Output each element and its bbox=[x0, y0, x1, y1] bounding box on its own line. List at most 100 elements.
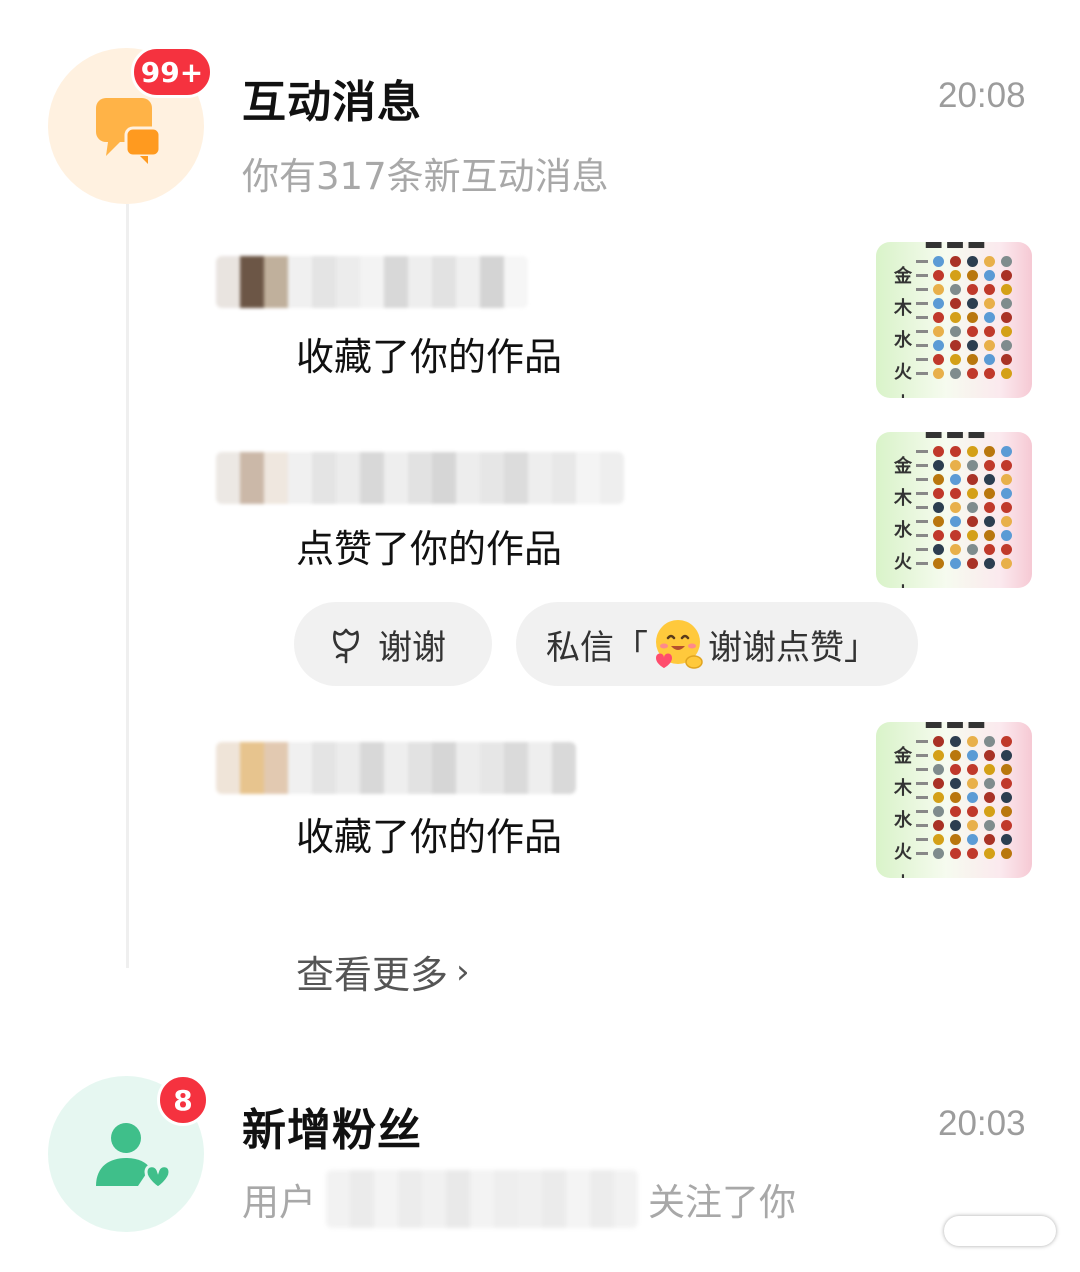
bead-dot bbox=[984, 516, 995, 527]
bead-dot bbox=[967, 834, 978, 845]
follow-text-prefix: 用户 bbox=[242, 1181, 316, 1224]
grid-label-mark bbox=[916, 316, 928, 319]
hug-emoji-icon bbox=[656, 620, 703, 669]
thanks-button[interactable]: 谢谢 bbox=[294, 602, 492, 686]
bead-dot bbox=[950, 792, 961, 803]
dm-thanks-button[interactable]: 私信「 谢谢点赞」 bbox=[516, 602, 918, 686]
grid-label-mark bbox=[916, 464, 928, 467]
bead-dot bbox=[967, 368, 978, 379]
bead-dot bbox=[984, 820, 995, 831]
chevron-right-icon: › bbox=[456, 951, 470, 992]
bead-dot bbox=[950, 750, 961, 761]
bead-dot bbox=[984, 354, 995, 365]
bead-dot bbox=[984, 806, 995, 817]
bead-dot bbox=[1001, 806, 1012, 817]
bead-dot bbox=[984, 834, 995, 845]
flower-icon bbox=[333, 628, 359, 664]
dm-text-label: 谢谢点赞」 bbox=[708, 627, 878, 668]
bead-dot bbox=[967, 764, 978, 775]
follow-title: 新增粉丝 bbox=[242, 1105, 422, 1156]
bead-dot bbox=[967, 502, 978, 513]
bead-dot bbox=[1001, 502, 1012, 513]
bead-dot bbox=[1001, 284, 1012, 295]
bead-dot bbox=[933, 764, 944, 775]
grid-label-mark bbox=[916, 740, 928, 743]
work-thumbnail[interactable]: ▀▀▀ 金木水火土 bbox=[876, 722, 1032, 878]
work-thumbnail[interactable]: ▀▀▀ 金木水火土 bbox=[876, 242, 1032, 398]
bead-dot bbox=[1001, 558, 1012, 569]
bead-dot bbox=[984, 488, 995, 499]
bead-dot bbox=[984, 326, 995, 337]
bead-dot bbox=[984, 312, 995, 323]
bead-dot bbox=[984, 368, 995, 379]
grid-label-mark bbox=[916, 260, 928, 263]
bead-dot bbox=[950, 848, 961, 859]
bead-dot bbox=[1001, 516, 1012, 527]
bead-dot bbox=[984, 474, 995, 485]
bead-dot bbox=[1001, 312, 1012, 323]
bead-dot bbox=[967, 516, 978, 527]
follow-time: 20:03 bbox=[938, 1104, 1026, 1143]
grid-label-mark bbox=[916, 450, 928, 453]
bead-dot bbox=[984, 502, 995, 513]
bead-dot bbox=[933, 736, 944, 747]
blurred-username bbox=[216, 742, 576, 794]
grid-label-mark bbox=[916, 796, 928, 799]
grid-label-mark bbox=[916, 562, 928, 565]
bead-dot bbox=[984, 256, 995, 267]
grid-label-mark bbox=[916, 330, 928, 333]
grid-label-mark bbox=[916, 852, 928, 855]
bead-dot bbox=[984, 778, 995, 789]
grid-label-mark bbox=[916, 344, 928, 347]
bead-dot bbox=[933, 284, 944, 295]
bead-dot bbox=[933, 820, 944, 831]
bead-dot bbox=[933, 446, 944, 457]
interaction-time: 20:08 bbox=[938, 76, 1026, 115]
grid-label-mark bbox=[916, 288, 928, 291]
bead-dot bbox=[1001, 764, 1012, 775]
bead-dot bbox=[933, 530, 944, 541]
status-indicator bbox=[944, 1216, 1056, 1246]
bead-dot bbox=[1001, 298, 1012, 309]
bead-dot bbox=[933, 778, 944, 789]
bead-dot bbox=[967, 806, 978, 817]
grid-label-mark bbox=[916, 534, 928, 537]
grid-label-mark bbox=[916, 782, 928, 785]
dm-prefix-label: 私信「 bbox=[546, 627, 648, 668]
bead-grid bbox=[916, 256, 1013, 379]
bead-dot bbox=[984, 460, 995, 471]
blurred-username bbox=[216, 256, 528, 308]
bead-dot bbox=[984, 530, 995, 541]
bead-dot bbox=[933, 792, 944, 803]
bead-dot bbox=[933, 488, 944, 499]
unread-count-badge: 99+ bbox=[131, 46, 213, 98]
bead-dot bbox=[1001, 544, 1012, 555]
bead-dot bbox=[967, 750, 978, 761]
bead-dot bbox=[950, 820, 961, 831]
bead-grid bbox=[916, 446, 1013, 569]
bead-dot bbox=[967, 298, 978, 309]
bead-dot bbox=[933, 270, 944, 281]
bead-dot bbox=[950, 516, 961, 527]
grid-label-mark bbox=[916, 372, 928, 375]
bead-dot bbox=[967, 820, 978, 831]
bead-dot bbox=[984, 544, 995, 555]
grid-label-mark bbox=[916, 838, 928, 841]
bead-dot bbox=[933, 806, 944, 817]
grid-label-mark bbox=[916, 358, 928, 361]
item-action-text: 点赞了你的作品 bbox=[296, 527, 563, 571]
bead-dot bbox=[1001, 354, 1012, 365]
bead-dot bbox=[933, 750, 944, 761]
bead-dot bbox=[950, 340, 961, 351]
bead-dot bbox=[950, 530, 961, 541]
view-more-link[interactable]: 查看更多 › bbox=[296, 944, 470, 999]
work-thumbnail[interactable]: ▀▀▀ 金木水火土 bbox=[876, 432, 1032, 588]
bead-dot bbox=[1001, 474, 1012, 485]
bead-dot bbox=[950, 736, 961, 747]
interaction-title: 互动消息 bbox=[242, 77, 422, 128]
bead-dot bbox=[984, 284, 995, 295]
grid-label-mark bbox=[916, 274, 928, 277]
bead-dot bbox=[1001, 750, 1012, 761]
bead-dot bbox=[950, 544, 961, 555]
bead-dot bbox=[984, 270, 995, 281]
